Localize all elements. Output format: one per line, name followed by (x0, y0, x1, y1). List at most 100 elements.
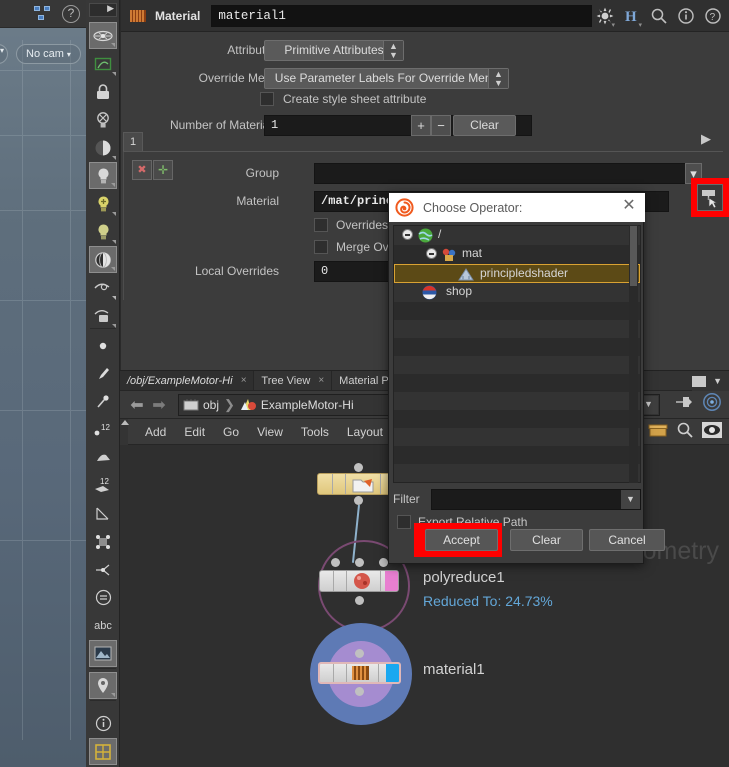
group-expand-arrow-icon[interactable]: ▶ (701, 131, 711, 147)
node-input-port-2[interactable] (379, 558, 388, 567)
node-output-port[interactable] (354, 496, 363, 505)
eye-icon[interactable] (702, 422, 722, 443)
add-material-button[interactable]: + (411, 115, 431, 136)
close-icon[interactable]: × (318, 375, 324, 386)
select-tool[interactable] (89, 22, 117, 49)
node-input-port[interactable] (354, 463, 363, 472)
render-flag[interactable] (385, 571, 398, 591)
env-light-tool[interactable] (89, 246, 117, 273)
lock-tool[interactable] (89, 78, 117, 105)
list-item[interactable] (394, 302, 640, 320)
houdini-h-icon[interactable]: H ▾ (623, 7, 641, 25)
tree-expand-toggle[interactable] (426, 248, 437, 259)
gear-icon[interactable]: ▾ (596, 7, 614, 25)
create-style-sheet-checkbox[interactable] (260, 92, 274, 106)
camera-tool[interactable] (89, 274, 117, 301)
text-tool[interactable] (89, 584, 117, 611)
point-tool[interactable] (89, 332, 117, 359)
override-menu-dropdown[interactable]: Use Parameter Labels For Override Menu ▲… (264, 68, 509, 89)
list-item[interactable]: shop (394, 283, 640, 302)
close-icon[interactable]: × (241, 375, 247, 386)
remove-material-button[interactable]: − (431, 115, 451, 136)
list-item[interactable] (394, 482, 640, 483)
list-item[interactable] (394, 338, 640, 356)
merge-overrides-checkbox[interactable] (314, 240, 328, 254)
pane-menu-icon[interactable]: ▼ (713, 376, 722, 386)
node-body[interactable] (318, 662, 401, 684)
list-item[interactable] (394, 320, 640, 338)
operator-tree-list[interactable]: / mat principledshader (393, 225, 641, 483)
node-chooser-button[interactable] (697, 184, 723, 211)
layout-tool[interactable] (89, 738, 117, 765)
area-light-tool[interactable] (89, 218, 117, 245)
menu-view[interactable]: View (248, 425, 292, 439)
list-item[interactable] (394, 374, 640, 392)
axis-tool[interactable] (89, 556, 117, 583)
search-icon[interactable] (650, 7, 668, 25)
list-item[interactable] (394, 464, 640, 482)
menu-go[interactable]: Go (214, 425, 248, 439)
viewport-tool-rail[interactable]: 12 12 (86, 0, 120, 767)
node-input-port[interactable] (355, 649, 364, 658)
node-output-port[interactable] (355, 596, 364, 605)
menu-add[interactable]: Add (136, 425, 175, 439)
list-item[interactable] (394, 446, 640, 464)
image-tool[interactable] (89, 640, 117, 667)
list-item[interactable] (394, 410, 640, 428)
light-tool[interactable] (89, 162, 117, 189)
help-icon[interactable]: ? (62, 5, 80, 23)
dialog-scrollbar[interactable] (629, 225, 638, 483)
marker-tool[interactable] (89, 672, 117, 699)
pin-icon[interactable] (674, 394, 694, 415)
node-body[interactable] (319, 570, 399, 592)
list-item[interactable] (394, 428, 640, 446)
paint-tool[interactable] (89, 360, 117, 387)
viewport-3d[interactable]: No cam▾ (0, 0, 86, 767)
nav-forward-button[interactable]: ➡ (148, 395, 170, 415)
tree-expand-toggle[interactable] (402, 229, 413, 240)
list-item[interactable]: / (394, 226, 640, 245)
number-plane-tool[interactable]: 12 (89, 472, 117, 499)
toolbar-scroll-up[interactable] (89, 3, 117, 17)
menu-tools[interactable]: Tools (292, 425, 338, 439)
info-tool[interactable] (89, 710, 117, 737)
cancel-button[interactable]: Cancel (589, 529, 665, 551)
box-icon[interactable] (648, 422, 668, 443)
choose-operator-dialog[interactable]: Choose Operator: ✕ / (388, 192, 644, 564)
node-output-port[interactable] (355, 687, 364, 696)
camera-add-tool[interactable] (89, 302, 117, 329)
info-icon[interactable] (677, 7, 695, 25)
help-icon[interactable]: ? (704, 7, 722, 25)
list-item[interactable] (394, 392, 640, 410)
handles-tool[interactable] (89, 50, 117, 77)
menu-edit[interactable]: Edit (175, 425, 214, 439)
chevron-down-icon[interactable]: ▼ (621, 490, 640, 509)
grid-points-tool[interactable] (89, 528, 117, 555)
clear-button[interactable]: Clear (510, 529, 583, 551)
search-icon[interactable] (676, 421, 694, 444)
accept-button[interactable]: Accept (425, 529, 498, 551)
point-light-tool[interactable] (89, 190, 117, 217)
breadcrumb-item-obj[interactable]: obj (179, 398, 223, 412)
number-tool[interactable]: 12 (89, 416, 117, 443)
node-body[interactable] (317, 473, 399, 495)
smooth-tool[interactable] (89, 444, 117, 471)
group-input[interactable] (314, 163, 689, 184)
filter-input[interactable]: ▼ (431, 489, 641, 510)
breadcrumb-item-examplemotor-hi[interactable]: ExampleMotor-Hi (236, 397, 358, 412)
close-icon[interactable]: ✕ (620, 197, 638, 215)
node-input-port-1[interactable] (355, 558, 364, 567)
nav-back-button[interactable]: ⬅ (126, 395, 148, 415)
camera-dropdown[interactable]: No cam▾ (16, 44, 81, 64)
measure-tool[interactable] (89, 500, 117, 527)
bulb-off-tool[interactable] (89, 106, 117, 133)
node-name-field[interactable]: material1 (211, 5, 592, 27)
maximize-pane-button[interactable] (692, 376, 706, 387)
shading-tool[interactable] (89, 134, 117, 161)
network-icon[interactable] (34, 6, 52, 22)
display-options-icon[interactable] (702, 392, 722, 417)
node-input-port-0[interactable] (331, 558, 340, 567)
pin-tool[interactable] (89, 388, 117, 415)
clear-materials-button[interactable]: Clear (453, 115, 516, 136)
list-item[interactable]: mat (394, 245, 640, 264)
